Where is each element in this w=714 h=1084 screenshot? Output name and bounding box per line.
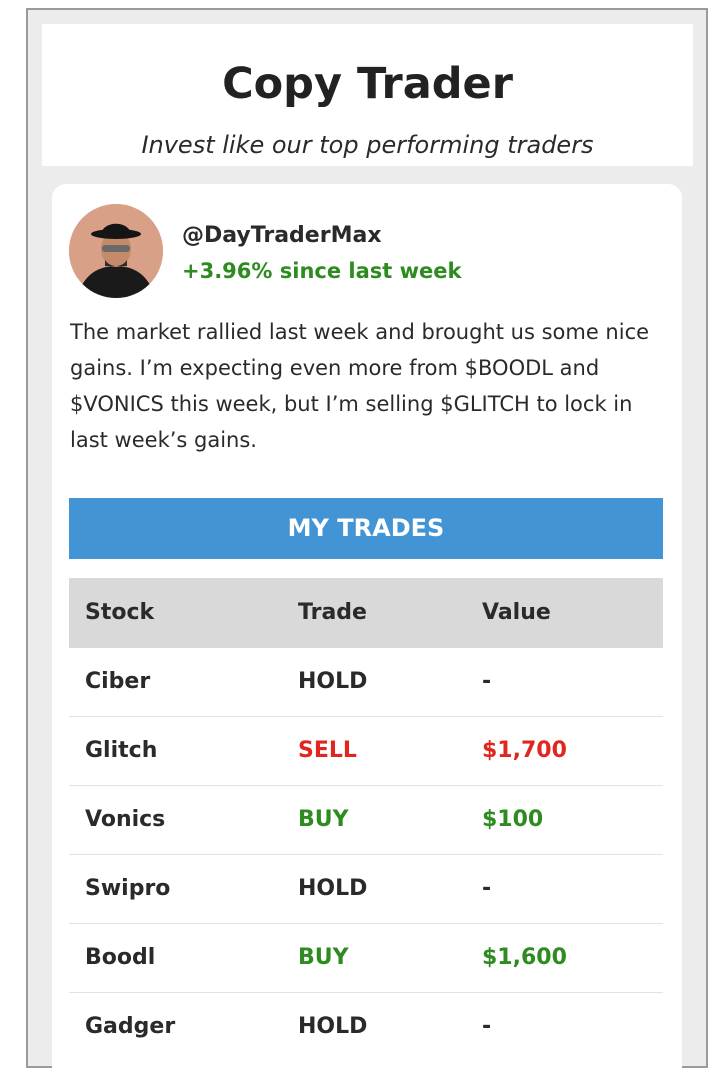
trade-value: $1,600 (482, 945, 567, 970)
table-row[interactable]: Vonics BUY $100 (69, 786, 663, 855)
trader-performance: +3.96% since last week (182, 259, 462, 283)
column-header-stock: Stock (85, 600, 155, 625)
trade-action: BUY (298, 945, 349, 970)
app-header: Copy Trader Invest like our top performi… (42, 24, 693, 166)
app-subtitle: Invest like our top performing traders (141, 131, 594, 159)
table-row[interactable]: Swipro HOLD - (69, 855, 663, 924)
trade-action: HOLD (298, 1014, 368, 1039)
stock-name: Gadger (85, 1014, 176, 1039)
my-trades-banner: MY TRADES (69, 498, 663, 559)
trade-value: $1,700 (482, 738, 567, 763)
stock-name: Boodl (85, 945, 156, 970)
table-row[interactable]: Glitch SELL $1,700 (69, 717, 663, 786)
stock-name: Ciber (85, 669, 151, 694)
trade-value: $100 (482, 807, 544, 832)
trade-value: - (482, 1014, 492, 1039)
stock-name: Vonics (85, 807, 166, 832)
trade-action: SELL (298, 738, 357, 763)
person-with-hat-avatar-icon (69, 204, 163, 298)
trader-post: The market rallied last week and brought… (70, 320, 650, 452)
trades-table: Stock Trade Value Ciber HOLD - Glitch SE… (69, 578, 663, 1062)
trade-value: - (482, 669, 492, 694)
column-header-trade: Trade (298, 600, 367, 625)
trader-username[interactable]: @DayTraderMax (182, 222, 382, 250)
column-header-value: Value (482, 600, 551, 625)
table-header: Stock Trade Value (69, 578, 663, 648)
app-frame: Copy Trader Invest like our top performi… (26, 8, 708, 1084)
trader-card: @DayTraderMax +3.96% since last week The… (52, 184, 682, 1084)
stock-name: Swipro (85, 876, 171, 901)
table-row[interactable]: Boodl BUY $1,600 (69, 924, 663, 993)
table-row[interactable]: Gadger HOLD - (69, 993, 663, 1062)
trader-avatar[interactable] (69, 204, 163, 298)
trade-action: HOLD (298, 669, 368, 694)
table-row[interactable]: Ciber HOLD - (69, 648, 663, 717)
trade-value: - (482, 876, 492, 901)
app-title: Copy Trader (222, 59, 513, 109)
trade-action: HOLD (298, 876, 368, 901)
stock-name: Glitch (85, 738, 158, 763)
trade-action: BUY (298, 807, 349, 832)
